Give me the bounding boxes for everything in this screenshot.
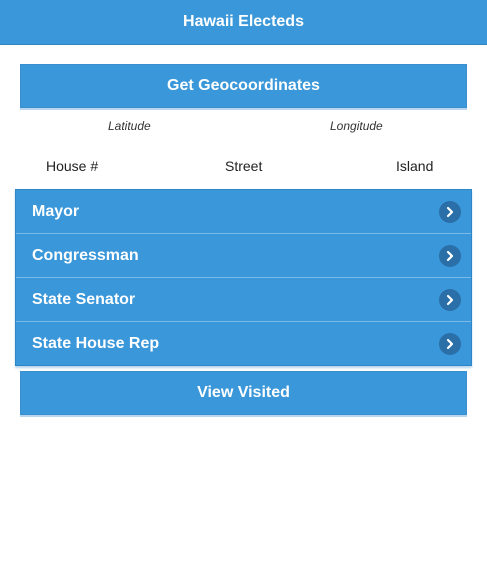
longitude-label: Longitude bbox=[330, 119, 383, 133]
list-item-label: State House Rep bbox=[32, 335, 160, 352]
chevron-right-icon bbox=[439, 200, 461, 223]
address-row: House # Street Island bbox=[0, 158, 487, 176]
list-item-label: Mayor bbox=[32, 202, 80, 220]
street-label: Street bbox=[225, 158, 263, 174]
list-item-state-house-rep[interactable]: State House Rep bbox=[16, 322, 471, 366]
list-item-congressman[interactable]: Congressman bbox=[16, 234, 471, 278]
view-visited-button[interactable]: View Visited bbox=[20, 371, 467, 415]
list-item-state-senator[interactable]: State Senator bbox=[16, 278, 471, 322]
app-header: Hawaii Electeds bbox=[0, 0, 487, 44]
chevron-right-icon bbox=[439, 288, 461, 311]
chevron-right-icon bbox=[439, 333, 461, 355]
electeds-list: Mayor Congressman State Senator State Ho… bbox=[15, 189, 472, 366]
latitude-label: Latitude bbox=[108, 119, 151, 133]
list-item-mayor[interactable]: Mayor bbox=[16, 190, 471, 234]
get-geocoordinates-button[interactable]: Get Geocoordinates bbox=[20, 64, 467, 108]
island-label: Island bbox=[396, 158, 434, 174]
get-geocoordinates-label: Get Geocoordinates bbox=[167, 77, 320, 94]
list-item-label: Congressman bbox=[32, 246, 139, 264]
app-title: Hawaii Electeds bbox=[183, 13, 304, 30]
chevron-right-icon bbox=[439, 244, 461, 267]
coordinates-row: Latitude Longitude bbox=[0, 119, 487, 135]
list-item-label: State Senator bbox=[32, 290, 136, 308]
view-visited-label: View Visited bbox=[197, 384, 290, 401]
house-number-label: House # bbox=[46, 158, 99, 174]
